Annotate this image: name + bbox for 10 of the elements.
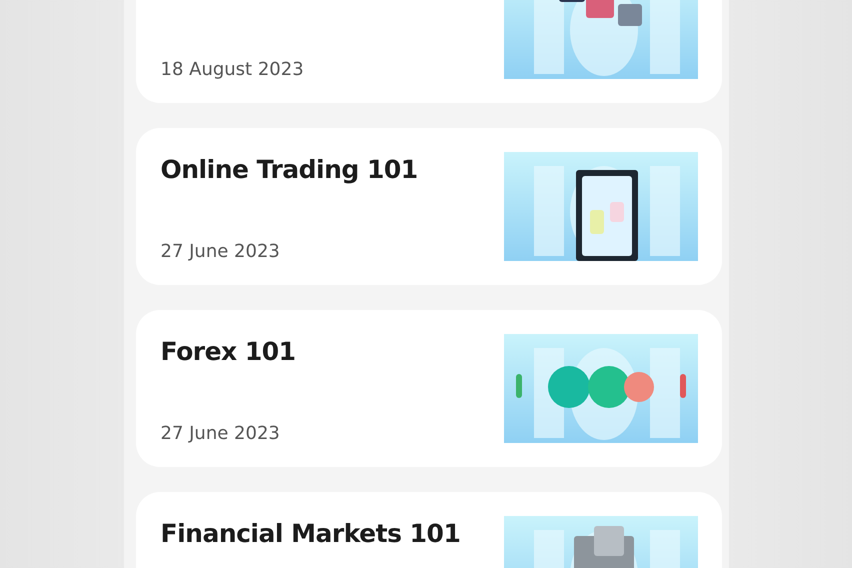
article-title: Forex 101 [160,337,296,366]
article-date: 27 June 2023 [160,241,281,264]
article-title: Online Trading 101 [160,155,418,184]
article-date: 18 August 2023 [160,59,304,82]
article-title: Financial Markets 101 [160,519,460,548]
article-card[interactable]: Forex 101 27 June 2023 [136,310,722,467]
article-card[interactable]: Financial Markets 101 [136,492,722,568]
article-date: 27 June 2023 [160,423,281,446]
article-card[interactable]: 18 August 2023 [136,0,722,103]
article-card[interactable]: Online Trading 101 27 June 2023 [136,128,722,285]
